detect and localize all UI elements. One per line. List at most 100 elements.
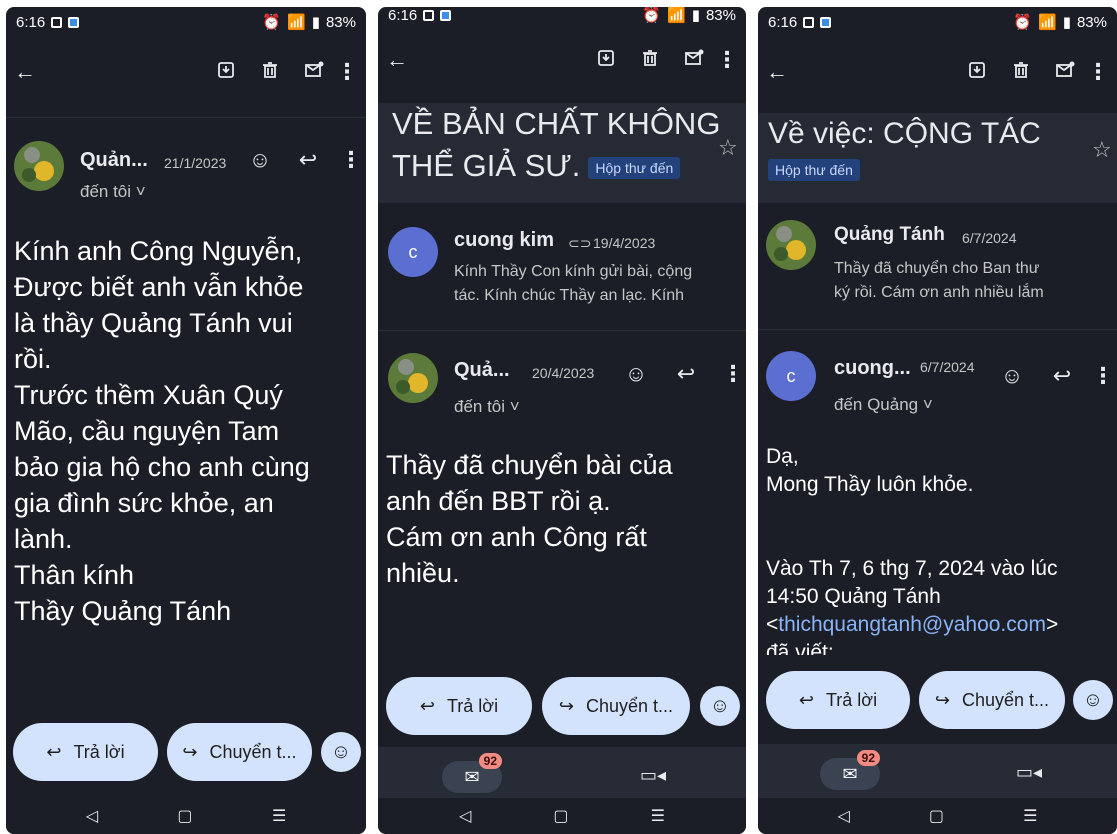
recents-nav-icon[interactable]: ☰: [651, 806, 665, 826]
delete-icon[interactable]: [248, 60, 292, 85]
avatar[interactable]: [388, 353, 438, 403]
avatar[interactable]: c: [388, 227, 438, 277]
more-options-icon[interactable]: ⋮: [716, 47, 738, 73]
phone-screen-1: 6:16 ⏰ 📶 ▮ 83% ← ⋮ Quản... 21/1/2023 đến…: [6, 7, 366, 834]
inbox-label-chip[interactable]: Hộp thư đến: [768, 159, 860, 182]
back-arrow-icon[interactable]: ←: [14, 59, 54, 85]
more-options-icon[interactable]: ⋮: [340, 147, 362, 173]
body-line: nhiều.: [386, 558, 460, 588]
reply-icon[interactable]: ↩: [1048, 363, 1076, 389]
reply-icon[interactable]: ↩: [672, 361, 700, 387]
body-line: gia đình sức khỏe, an: [14, 488, 274, 518]
back-arrow-icon[interactable]: ←: [766, 59, 806, 85]
mark-unread-icon[interactable]: [672, 48, 716, 73]
recipient-toggle[interactable]: đến tôi ˅: [454, 397, 520, 417]
system-nav-bar: ◁ ▢ ☰: [378, 798, 746, 834]
back-arrow-icon[interactable]: ←: [386, 47, 426, 73]
emoji-react-icon[interactable]: ☺: [622, 361, 650, 387]
signal-icon: 📶: [287, 14, 306, 31]
signal-icon: 📶: [667, 7, 686, 24]
notification-icon: [51, 16, 63, 28]
body-line: Thầy đã chuyển bài của: [386, 450, 673, 480]
more-options-icon[interactable]: ⋮: [1092, 363, 1114, 389]
home-nav-icon[interactable]: ▢: [177, 806, 192, 826]
recents-nav-icon[interactable]: ☰: [1023, 806, 1037, 826]
home-nav-icon[interactable]: ▢: [929, 806, 944, 826]
recents-nav-icon[interactable]: ☰: [272, 806, 286, 826]
meet-video-icon[interactable]: ▭◂: [640, 765, 666, 786]
inbox-label-chip[interactable]: Hộp thư đến: [588, 156, 681, 179]
unread-count-badge: 92: [856, 750, 880, 766]
emoji-react-button[interactable]: ☺: [700, 686, 740, 726]
reply-icon[interactable]: ↩: [294, 147, 322, 173]
body-line: Kính anh Công Nguyễn,: [14, 236, 303, 266]
meet-video-icon[interactable]: ▭◂: [1016, 762, 1042, 783]
reply-button[interactable]: ↩ Trả lời: [386, 677, 532, 735]
battery-icon: ▮: [691, 7, 700, 24]
attachment-icon: ⊂⊃: [568, 235, 592, 251]
body-line: rồi.: [14, 344, 52, 374]
more-options-icon[interactable]: ⋮: [336, 59, 358, 85]
signal-icon: 📶: [1038, 14, 1057, 31]
subject-line: Về việc: CỘNG TÁC: [768, 117, 1041, 150]
reply-button[interactable]: ↩ Trả lời: [13, 723, 158, 781]
back-nav-icon[interactable]: ◁: [86, 806, 98, 826]
star-icon[interactable]: ☆: [718, 135, 738, 161]
reply-icon: ↩: [46, 741, 62, 762]
forward-label: Chuyển t...: [209, 741, 297, 762]
mail-tab[interactable]: ✉ 92: [820, 750, 880, 790]
message-header[interactable]: c cuong... 6/7/2024 đến Quảng ˅ ☺ ↩ ⋮: [758, 345, 1117, 425]
avatar[interactable]: [766, 220, 816, 270]
forward-button[interactable]: ↪ Chuyển t...: [919, 671, 1065, 729]
body-line: lành.: [14, 524, 73, 554]
phone-screen-2: 6:16 ⏰ 📶 ▮ 83% ← ⋮ VỀ BẢN CHẤT KHÔNG THỂ…: [378, 7, 746, 834]
back-nav-icon[interactable]: ◁: [838, 806, 850, 826]
emoji-react-icon[interactable]: ☺: [246, 147, 274, 173]
body-line: 14:50 Quảng Tánh: [766, 585, 941, 608]
bottom-nav: ✉ 92 ▭◂: [758, 744, 1117, 804]
archive-icon[interactable]: [584, 48, 628, 73]
mark-unread-icon[interactable]: [1043, 60, 1087, 85]
emoji-react-button[interactable]: ☺: [321, 732, 361, 772]
status-bar: 6:16 ⏰ 📶 ▮ 83%: [378, 7, 746, 30]
more-options-icon[interactable]: ⋮: [722, 361, 744, 387]
recipient-toggle[interactable]: đến tôi ˅: [80, 182, 146, 202]
divider: [6, 117, 366, 118]
archive-icon[interactable]: [955, 60, 999, 85]
more-options-icon[interactable]: ⋮: [1087, 59, 1109, 85]
recipient-toggle[interactable]: đến Quảng ˅: [834, 395, 933, 415]
reply-bar: ↩ Trả lời ↪ Chuyển t... ☺: [758, 657, 1117, 743]
email-link[interactable]: thichquangtanh@yahoo.com: [778, 613, 1046, 636]
avatar[interactable]: [14, 141, 64, 191]
emoji-react-icon[interactable]: ☺: [998, 363, 1026, 389]
home-nav-icon[interactable]: ▢: [553, 806, 568, 826]
collapsed-message[interactable]: Quảng Tánh 6/7/2024 Thầy đã chuyển cho B…: [758, 212, 1117, 322]
body-line: Mão, cầu nguyện Tam: [14, 416, 280, 446]
reply-button[interactable]: ↩ Trả lời: [766, 671, 910, 729]
archive-icon[interactable]: [204, 60, 248, 85]
app-bar: ← ⋮: [758, 47, 1117, 97]
message-header[interactable]: Quản... 21/1/2023 đến tôi ˅ ☺ ↩ ⋮: [6, 137, 366, 217]
sender-name: cuong...: [834, 357, 911, 379]
snippet-line: Thầy đã chuyển cho Ban thư: [834, 260, 1040, 277]
message-header[interactable]: Quả... 20/4/2023 đến tôi ˅ ☺ ↩ ⋮: [378, 347, 746, 427]
delete-icon[interactable]: [628, 48, 672, 73]
delete-icon[interactable]: [999, 60, 1043, 85]
snippet-line: Kính Thầy Con kính gửi bài, cộng: [454, 263, 693, 280]
forward-button[interactable]: ↪ Chuyển t...: [542, 677, 690, 735]
body-line: bảo gia hộ cho anh cùng: [14, 452, 310, 482]
subject-panel: Về việc: CỘNG TÁC Hộp thư đến: [758, 113, 1117, 203]
collapsed-message[interactable]: c cuong kim ⊂⊃ 19/4/2023 Kính Thầy Con k…: [378, 215, 746, 325]
sender-name: Quảng Tánh: [834, 224, 945, 245]
message-date: 6/7/2024: [920, 359, 975, 375]
forward-label: Chuyển t...: [586, 695, 674, 716]
emoji-react-button[interactable]: ☺: [1073, 680, 1113, 720]
mark-unread-icon[interactable]: [292, 60, 336, 85]
mail-tab[interactable]: ✉ 92: [442, 753, 502, 793]
forward-button[interactable]: ↪ Chuyển t...: [167, 723, 312, 781]
back-nav-icon[interactable]: ◁: [459, 806, 471, 826]
battery-icon: ▮: [1062, 14, 1071, 31]
body-line: Mong Thầy luôn khỏe.: [766, 473, 974, 496]
avatar[interactable]: c: [766, 351, 816, 401]
star-icon[interactable]: ☆: [1092, 137, 1112, 163]
